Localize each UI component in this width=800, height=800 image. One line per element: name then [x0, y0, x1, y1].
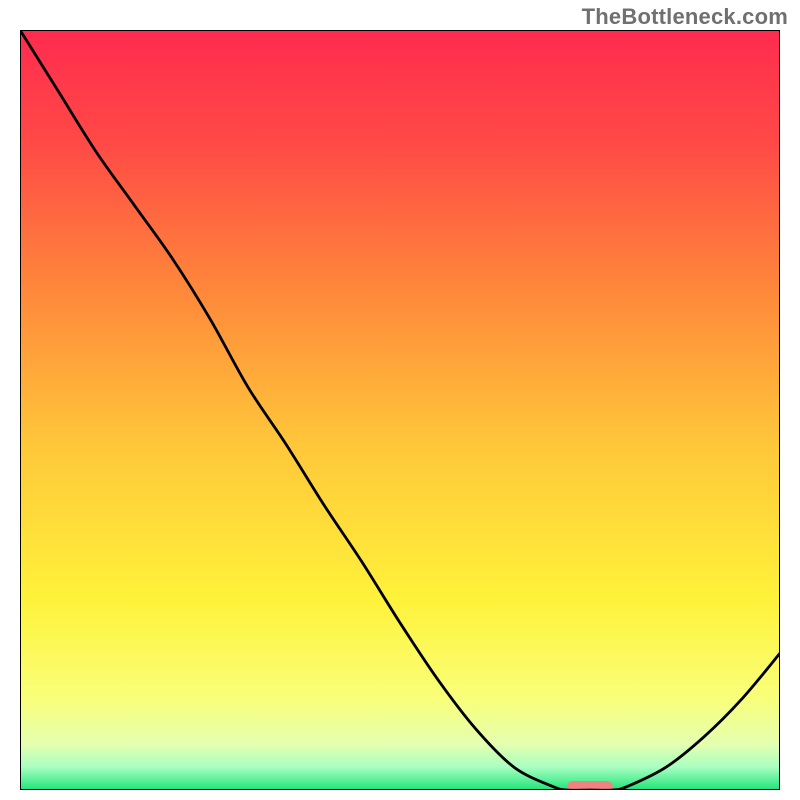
- chart-stage: TheBottleneck.com: [0, 0, 800, 800]
- bottleneck-chart: [20, 30, 780, 790]
- chart-area: [20, 30, 780, 790]
- watermark-label: TheBottleneck.com: [582, 4, 788, 30]
- gradient-background: [20, 30, 780, 790]
